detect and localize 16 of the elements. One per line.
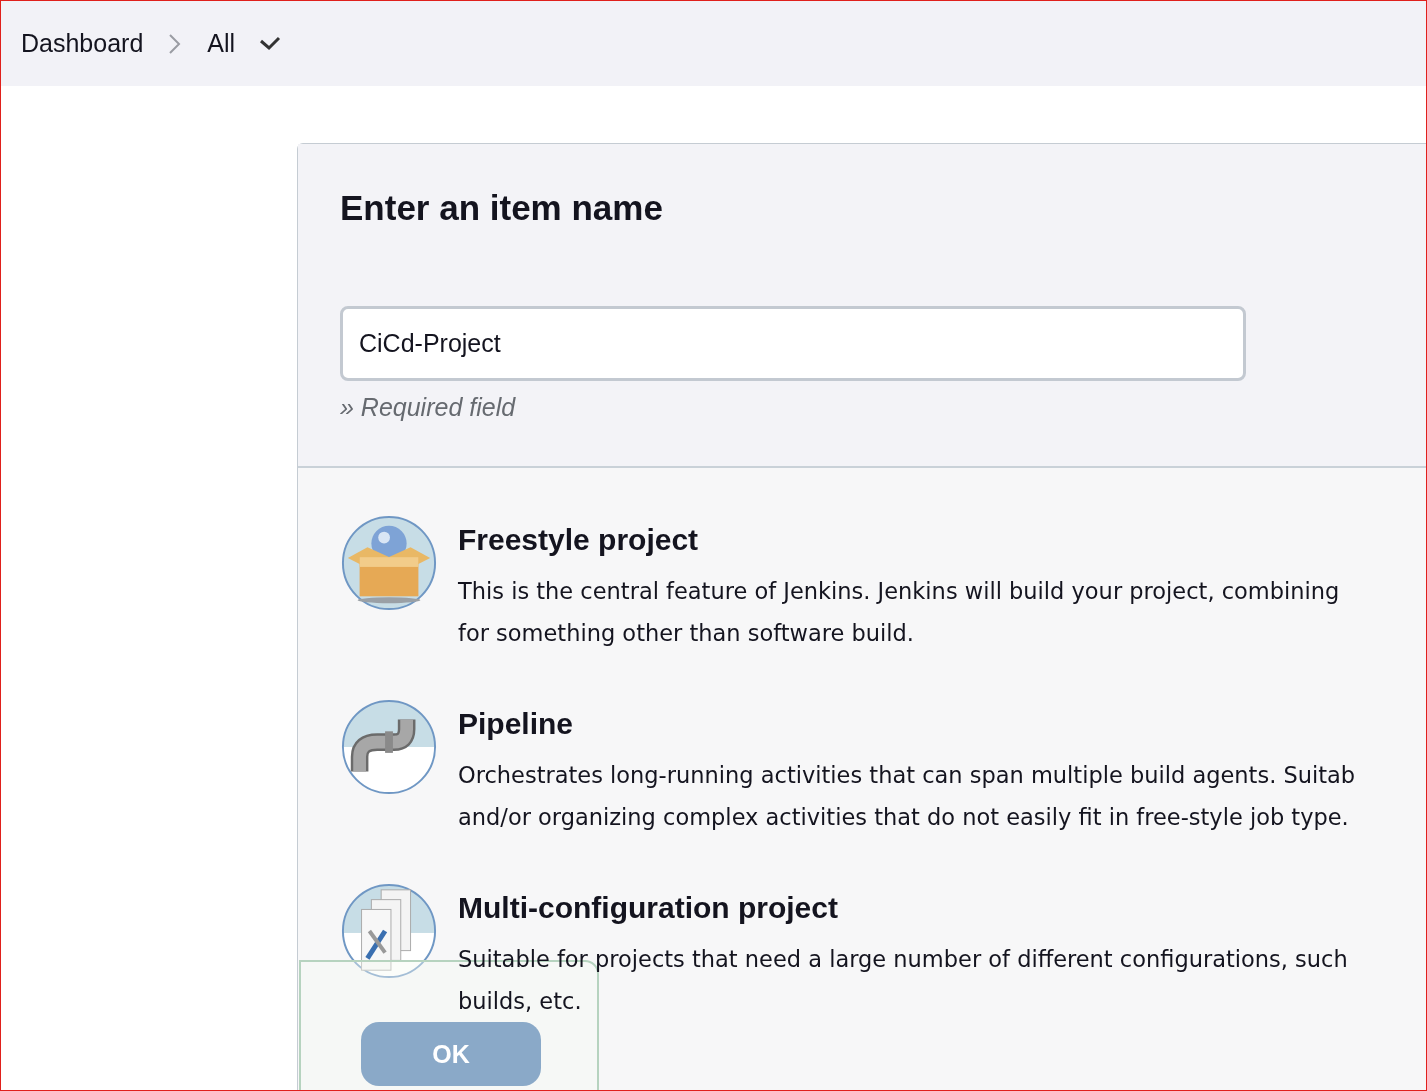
form-title: Enter an item name [340, 188, 664, 228]
item-type-title[interactable]: Multi-configuration project [458, 888, 1348, 928]
item-type-description: and/or organizing complex activities that do not easily fit in free-style job type. [458, 803, 1349, 832]
item-type-description: Orchestrates long-running activities that can span multiple build agents. Suitab [458, 761, 1356, 790]
package-box-icon [340, 514, 438, 612]
item-type-description: This is the central feature of Jenkins. Jenkins will build your project, combining [458, 577, 1340, 606]
chevron-down-icon[interactable] [259, 35, 282, 52]
item-type-title[interactable]: Pipeline [458, 704, 1356, 744]
item-type-title[interactable]: Freestyle project [458, 520, 1340, 560]
item-name-field[interactable]: CiCd-Project [340, 306, 1246, 381]
item-type-description: Suitable for projects that need a large number of different configurations, such [458, 945, 1348, 974]
breadcrumb-link[interactable]: All [207, 29, 236, 58]
breadcrumb-link[interactable]: Dashboard [21, 29, 144, 58]
item-type-description: for something other than software build. [458, 619, 914, 648]
required-hint: » Required field [340, 393, 516, 422]
item-type-description: builds, etc. [458, 987, 582, 1016]
